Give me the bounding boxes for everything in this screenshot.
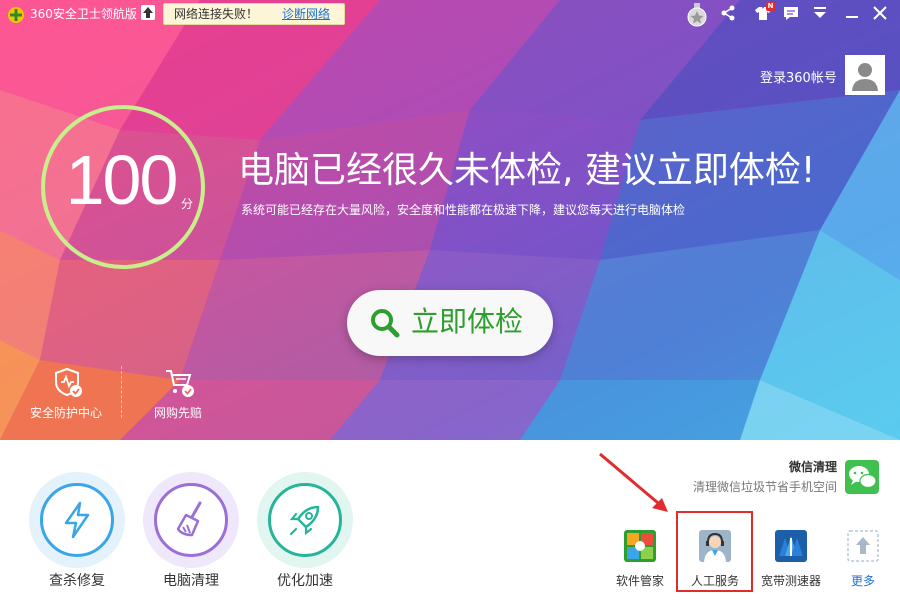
subline: 系统可能已经存在大量风险，安全度和性能都在极速下降，建议您每天进行电脑体检 [241,203,686,217]
message-icon[interactable] [782,4,800,22]
wechat-icon[interactable] [845,460,879,494]
software-manager-icon [624,530,656,562]
security-center-shortcut[interactable]: 安全防护中心 [16,366,116,426]
diagnose-network-link[interactable]: 诊断网络 [282,4,330,24]
pc-cleanup-label: 电脑清理 [163,573,219,589]
medal-icon[interactable] [687,3,707,27]
rocket-icon [289,505,320,536]
network-error-message: 网络连接失败！ [174,7,259,21]
shopping-compensation-shortcut[interactable]: 网购先赔 [128,366,228,426]
shopping-compensation-label: 网购先赔 [153,406,202,420]
hero-panel: 360安全卫士领航版 网络连接失败！ 诊断网络 N 登录360帐号 100 分 … [0,0,900,440]
more-tile[interactable]: 更多 [827,528,899,590]
shortcut-divider [121,366,122,418]
customer-service-tile[interactable]: 人工服务 [679,528,751,590]
lightning-icon [64,501,90,539]
search-icon [371,309,400,338]
upgrade-arrow-icon[interactable] [141,5,155,20]
close-icon[interactable] [871,4,889,22]
cart-check-icon [166,370,194,397]
scan-repair-label: 查杀修复 [49,573,105,589]
headline: 电脑已经很久未体检, 建议立即体检! [238,150,816,191]
scan-repair-button[interactable] [29,472,125,568]
app-title: 360安全卫士领航版 [30,7,137,21]
broom-icon [176,501,202,537]
annotation-arrow [599,452,668,512]
security-center-label: 安全防护中心 [29,406,102,420]
login-link[interactable]: 登录360帐号 [760,67,837,86]
check-now-button[interactable]: 立即体检 [347,290,553,356]
speedtest-label: 宽带测速器 [760,574,821,588]
check-now-label: 立即体检 [411,305,524,338]
new-badge: N [766,2,775,11]
speedtest-tile[interactable]: 宽带测速器 [755,528,827,590]
customer-service-label: 人工服务 [690,574,739,588]
more-label: 更多 [850,574,875,588]
wechat-cleanup-title[interactable]: 微信清理 [700,458,837,475]
software-manager-tile[interactable]: 软件管家 [604,528,676,590]
software-manager-label: 软件管家 [615,574,664,588]
shield-check-icon [55,367,82,397]
customer-service-icon [699,530,731,562]
wechat-cleanup-description: 清理微信垃圾节省手机空间 [692,480,837,494]
optimize-speed-label: 优化加速 [277,573,333,589]
share-icon[interactable] [719,4,737,22]
menu-icon[interactable] [811,4,829,22]
speedometer-icon [775,530,807,562]
app-window: 360安全卫士领航版 网络连接失败！ 诊断网络 N 登录360帐号 100 分 … [0,0,900,600]
score-unit: 分 [181,197,194,211]
minimize-icon[interactable] [843,4,861,22]
optimize-speed-button[interactable] [257,472,353,568]
score-value: 100 [65,141,179,219]
avatar[interactable] [845,55,885,95]
pc-cleanup-button[interactable] [143,472,239,568]
network-error-banner: 网络连接失败！ 诊断网络 [163,3,345,25]
360-logo-icon [8,7,24,23]
more-upload-icon [847,530,879,562]
